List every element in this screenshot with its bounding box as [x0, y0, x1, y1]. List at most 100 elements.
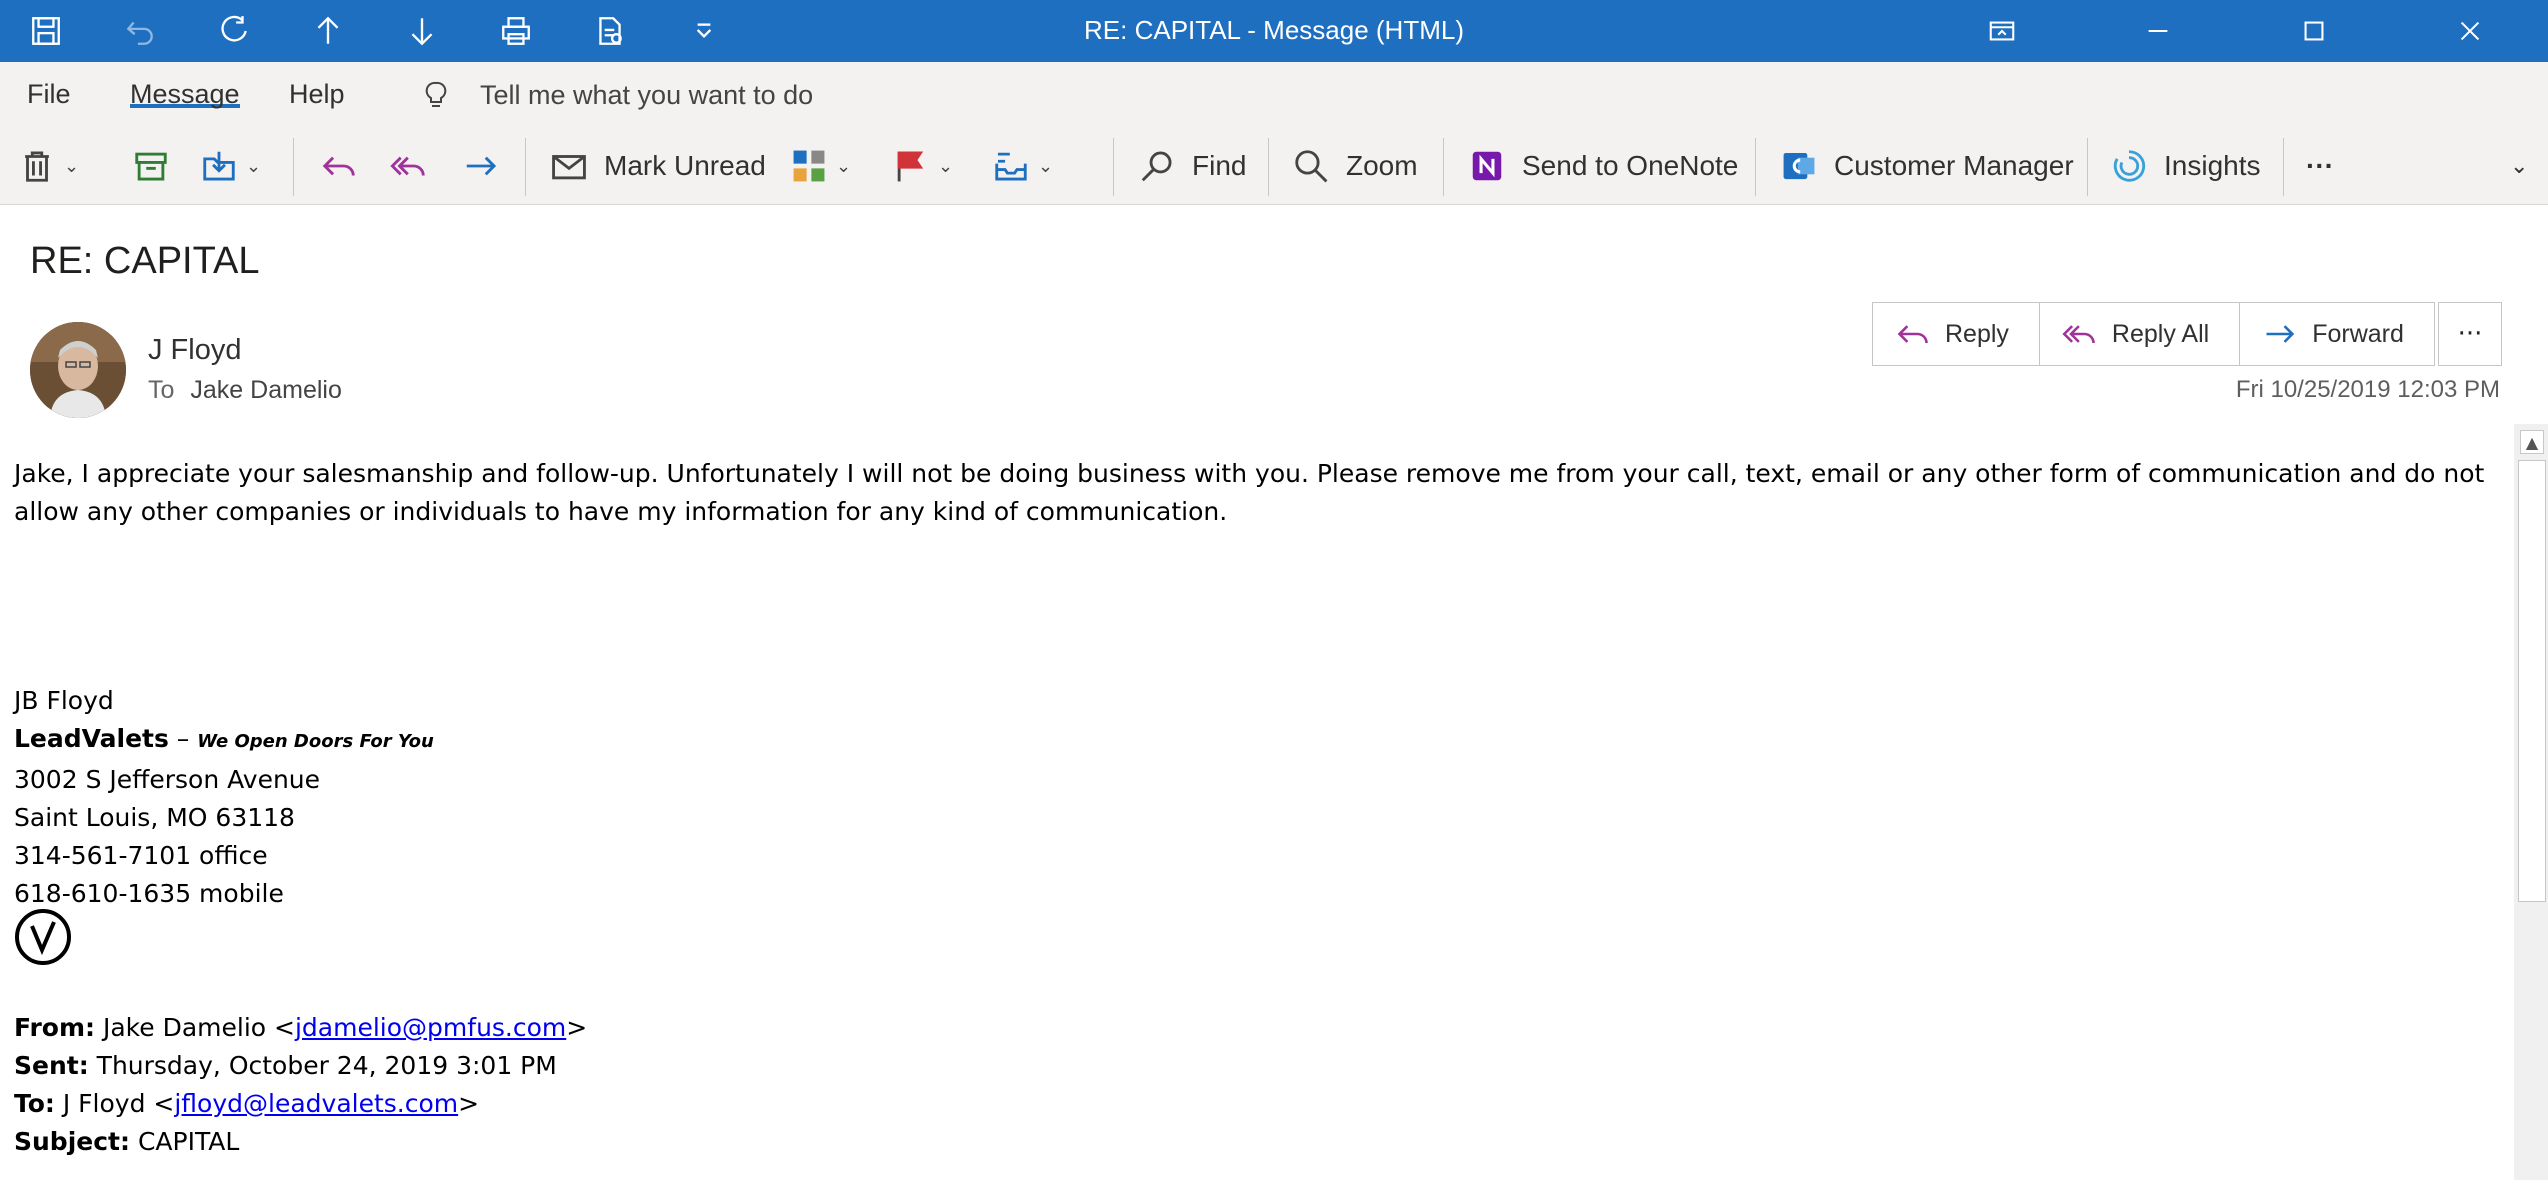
signature-tagline: We Open Doors For You [197, 731, 434, 752]
tell-me-box[interactable]: Tell me what you want to do [420, 62, 813, 128]
reply-all-ribbon-button[interactable] [390, 128, 428, 204]
reply-ribbon-button[interactable] [320, 128, 358, 204]
search-icon [1141, 151, 1172, 182]
forwarded-to: To: J Floyd <jfloyd@leadvalets.com> [14, 1085, 587, 1123]
ribbon-separator [2283, 138, 2284, 196]
insights-icon [2113, 150, 2146, 182]
reply-icon [1897, 325, 1928, 344]
ribbon-separator [1268, 138, 1269, 196]
move-actions-button[interactable]: ⌄ [992, 128, 1053, 204]
reply-all-icon [390, 156, 425, 176]
redo-icon[interactable] [214, 11, 254, 51]
message-body: Jake, I appreciate your salesmanship and… [14, 455, 2504, 531]
recipient-name[interactable]: Jake Damelio [190, 376, 341, 404]
reply-button[interactable]: Reply [1873, 303, 2040, 365]
signature-dash: – [168, 724, 198, 753]
signature-mobile-phone: 618-610-1635 mobile [14, 879, 284, 908]
send-to-onenote-button[interactable]: Send to OneNote [1468, 128, 1738, 204]
ribbon-separator [1755, 138, 1756, 196]
zoom-icon [1295, 150, 1328, 183]
trash-icon [25, 151, 49, 182]
insights-label: Insights [2164, 150, 2261, 181]
reply-icon [322, 156, 355, 176]
next-item-icon[interactable] [402, 11, 442, 51]
ribbon-separator [293, 138, 294, 196]
ribbon-separator [525, 138, 526, 196]
archive-button[interactable] [132, 128, 170, 204]
chevron-down-icon[interactable]: ⌄ [836, 156, 851, 177]
envelope-icon [552, 155, 586, 180]
send-to-onenote-label: Send to OneNote [1522, 150, 1739, 181]
signature-city: Saint Louis, MO 63118 [14, 803, 295, 832]
delete-button[interactable]: ⌄ [18, 128, 79, 204]
menu-file[interactable]: File [27, 62, 71, 128]
previous-item-icon[interactable] [308, 11, 348, 51]
sender-avatar[interactable] [30, 322, 126, 418]
chevron-down-icon[interactable]: ⌄ [1038, 156, 1053, 177]
find-button[interactable]: Find [1138, 128, 1246, 204]
minimize-icon[interactable] [2080, 0, 2236, 62]
more-actions-button[interactable]: ··· [2438, 302, 2502, 366]
categorize-icon [793, 150, 825, 182]
insights-button[interactable]: Insights [2110, 128, 2261, 204]
zoom-label: Zoom [1346, 150, 1418, 181]
onenote-icon [1472, 151, 1502, 181]
message-subject: RE: CAPITAL [30, 240, 260, 282]
to-label: To [148, 376, 175, 404]
customer-manager-icon [1783, 152, 1815, 180]
save-icon[interactable] [26, 11, 66, 51]
reply-label: Reply [1945, 319, 2009, 348]
scroll-up-icon[interactable]: ▲ [2520, 430, 2544, 454]
forward-ribbon-button[interactable] [462, 128, 500, 204]
quick-access-toolbar [26, 10, 778, 52]
ribbon-separator [2087, 138, 2088, 196]
forward-icon [2266, 325, 2295, 343]
to-name: J Floyd < [62, 1089, 175, 1118]
from-email-link[interactable]: jdamelio@pmfus.com [295, 1013, 566, 1042]
reply-all-label: Reply All [2111, 319, 2210, 348]
to-label-fwd: To: [14, 1089, 55, 1118]
sender-name[interactable]: J Floyd [148, 334, 241, 367]
signature-street: 3002 S Jefferson Avenue [14, 765, 321, 794]
undo-icon[interactable] [120, 11, 160, 51]
subject-label: Subject: [14, 1127, 130, 1156]
forwarded-from: From: Jake Damelio <jdamelio@pmfus.com> [14, 1009, 587, 1047]
chevron-down-icon[interactable]: ⌄ [64, 156, 79, 177]
ribbon: ⌄ ⌄ Mark Unread ⌄ ⌄ ⌄ Find Zoom Send to … [0, 128, 2548, 205]
window-controls [1924, 0, 2548, 62]
mark-unread-label: Mark Unread [604, 150, 766, 181]
tell-me-text: Tell me what you want to do [480, 80, 814, 110]
forwarded-subject: Subject: CAPITAL [14, 1123, 587, 1161]
to-email-link[interactable]: jfloyd@leadvalets.com [174, 1089, 458, 1118]
from-label: From: [14, 1013, 96, 1042]
reply-all-button[interactable]: Reply All [2040, 303, 2241, 365]
print-preview-icon[interactable] [590, 11, 630, 51]
move-folder-icon [203, 151, 235, 181]
ribbon-display-options-icon[interactable] [1924, 0, 2080, 62]
ribbon-more-button[interactable]: ··· [2306, 128, 2334, 204]
categorize-button[interactable]: ⌄ [790, 128, 851, 204]
sent-value: Thursday, October 24, 2019 3:01 PM [96, 1051, 557, 1080]
customer-manager-button[interactable]: Customer Manager [1780, 128, 2074, 204]
scrollbar-thumb[interactable] [2518, 460, 2546, 902]
chevron-down-icon[interactable]: ⌄ [938, 156, 953, 177]
mark-unread-button[interactable]: Mark Unread [550, 128, 766, 204]
collapse-ribbon-chevron-icon[interactable]: ⌄ [2510, 128, 2528, 204]
menu-help[interactable]: Help [289, 62, 345, 128]
ribbon-separator [1443, 138, 1444, 196]
ribbon-separator [1113, 138, 1114, 196]
move-button[interactable]: ⌄ [200, 128, 261, 204]
vertical-scrollbar[interactable]: ▲ [2514, 424, 2548, 1180]
zoom-button[interactable]: Zoom [1292, 128, 1418, 204]
chevron-down-icon[interactable]: ⌄ [246, 156, 261, 177]
message-date: Fri 10/25/2019 12:03 PM [2235, 376, 2500, 403]
leadvalets-logo-icon [15, 909, 71, 965]
customize-toolbar-icon[interactable] [684, 11, 724, 51]
close-icon[interactable] [2392, 0, 2548, 62]
print-icon[interactable] [496, 11, 536, 51]
menu-message[interactable]: Message [130, 62, 240, 109]
maximize-icon[interactable] [2236, 0, 2392, 62]
follow-up-button[interactable]: ⌄ [892, 128, 953, 204]
forward-button[interactable]: Forward [2240, 303, 2434, 365]
to-close: > [458, 1089, 480, 1118]
